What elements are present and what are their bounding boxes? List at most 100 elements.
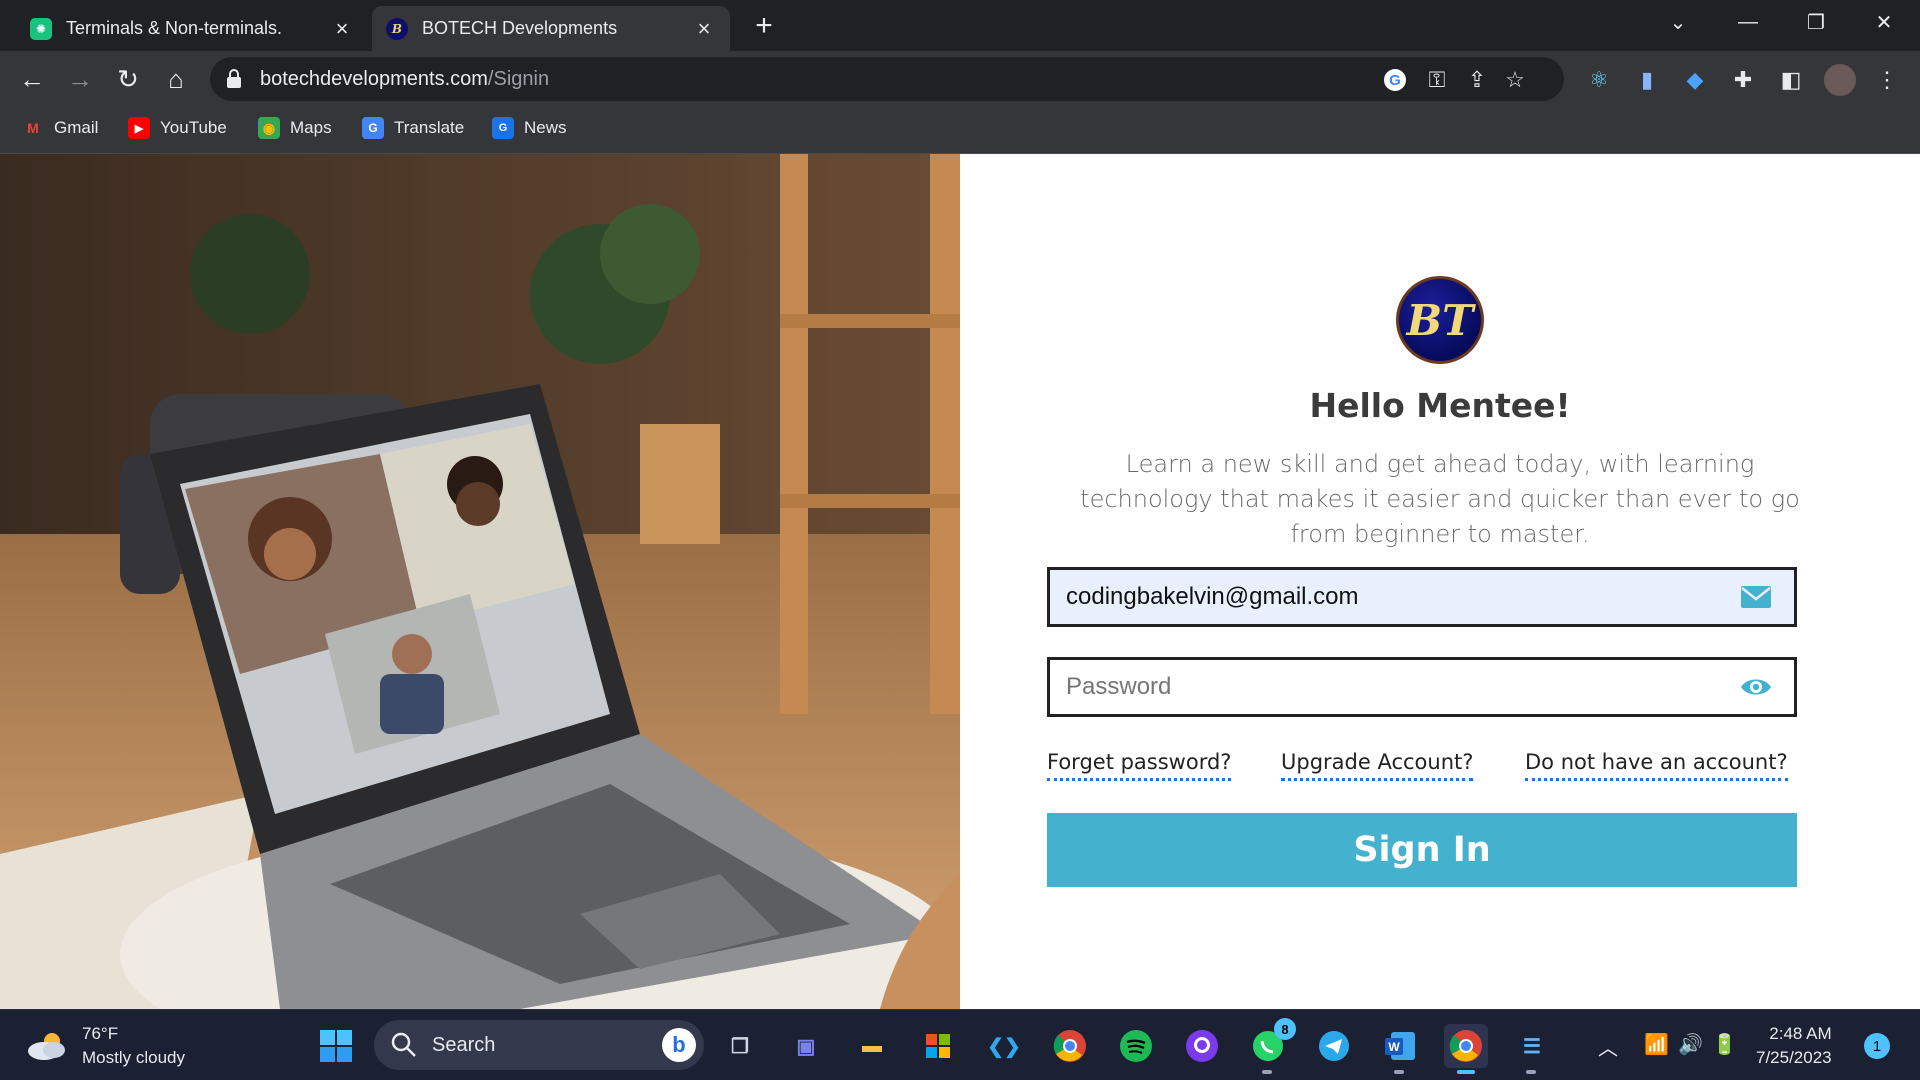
react-devtools-icon[interactable]: ⚛ [1584, 65, 1614, 95]
window-close-button[interactable]: ✕ [1860, 0, 1908, 44]
share-icon[interactable]: ⇪ [1462, 65, 1492, 95]
minimize-button[interactable]: — [1724, 0, 1772, 44]
file-explorer-icon[interactable]: ▬ [850, 1024, 894, 1068]
page-content: BT Hello Mentee! Learn a new skill and g… [0, 154, 1920, 1009]
notepad-icon[interactable]: ☰ [1510, 1024, 1554, 1074]
taskbar-search[interactable]: Search b [374, 1020, 704, 1070]
forward-button[interactable]: → [60, 59, 100, 99]
login-panel: BT Hello Mentee! Learn a new skill and g… [960, 154, 1920, 1009]
extension-icon[interactable]: ◆ [1680, 65, 1710, 95]
forgot-password-link[interactable]: Forget password? [1047, 750, 1232, 781]
email-field [1047, 567, 1797, 627]
sign-in-button[interactable]: Sign In [1047, 813, 1797, 887]
lock-icon [227, 69, 241, 88]
chrome-active-icon[interactable] [1444, 1024, 1488, 1074]
battery-icon[interactable]: 🔋 [1712, 1032, 1737, 1057]
password-input[interactable] [1050, 660, 1794, 714]
laptop-video-call-illustration [0, 154, 960, 1009]
running-indicator [1262, 1070, 1272, 1074]
tab-botech[interactable]: B BOTECH Developments × [372, 6, 730, 51]
browser-toolbar: ← → ↻ ⌂ botechdevelopments.com/Signin G … [0, 51, 1920, 107]
tray-overflow-icon[interactable]: ︿ [1598, 1032, 1618, 1061]
close-icon[interactable]: × [330, 16, 354, 41]
restore-button[interactable]: ❐ [1792, 0, 1840, 44]
svg-text:G: G [1389, 72, 1401, 89]
logo-text: BT [1406, 295, 1474, 345]
bing-icon: b [662, 1028, 696, 1062]
bookmark-news[interactable]: G News [492, 117, 567, 139]
tab-title: BOTECH Developments [422, 18, 618, 38]
weather-widget[interactable]: 76°F Mostly cloudy [26, 1022, 185, 1070]
profile-avatar[interactable] [1824, 64, 1856, 96]
teams-chat-icon[interactable]: ▣ [784, 1024, 828, 1068]
botech-favicon-icon: B [386, 17, 408, 40]
word-icon[interactable]: W [1378, 1024, 1422, 1074]
weather-temp: 76°F [82, 1024, 119, 1043]
bookmark-translate[interactable]: G Translate [362, 117, 464, 139]
clock-time: 2:48 AM [1769, 1024, 1832, 1043]
whatsapp-badge: 8 [1274, 1018, 1296, 1040]
bookmark-star-icon[interactable]: ☆ [1500, 65, 1530, 95]
microsoft-store-icon[interactable] [916, 1024, 960, 1068]
reload-button[interactable]: ↻ [108, 59, 148, 99]
system-clock[interactable]: 2:48 AM 7/25/2023 [1756, 1022, 1832, 1070]
bookmark-gmail[interactable]: M Gmail [22, 117, 98, 139]
side-panel-icon[interactable]: ◧ [1776, 65, 1806, 95]
key-icon[interactable]: ⚿ [1422, 65, 1452, 95]
page-title: Hello Mentee! [1309, 386, 1571, 425]
github-icon[interactable] [1180, 1024, 1224, 1068]
windows-start-icon[interactable] [314, 1024, 358, 1068]
bookmark-label: Gmail [54, 118, 99, 137]
docs-extension-icon[interactable]: ▮ [1632, 65, 1662, 95]
running-indicator [1394, 1070, 1404, 1074]
tab-search-icon[interactable]: ⌄ [1654, 0, 1702, 44]
bookmark-label: News [524, 118, 567, 137]
news-icon: G [492, 117, 514, 139]
signup-link[interactable]: Do not have an account? [1525, 750, 1788, 781]
extensions-puzzle-icon[interactable]: ✚ [1728, 65, 1758, 95]
running-indicator [1526, 1070, 1536, 1074]
volume-icon[interactable]: 🔊 [1678, 1032, 1703, 1057]
taskbar: 76°F Mostly cloudy Search b ❐ ▣ ▬ ❮❯ 8 W [0, 1009, 1920, 1080]
google-icon[interactable]: G [1380, 65, 1410, 95]
task-view-icon[interactable]: ❐ [718, 1024, 762, 1068]
weather-desc: Mostly cloudy [82, 1048, 185, 1067]
chatgpt-icon: ✺ [30, 17, 52, 40]
account-links: Forget password? Upgrade Account? Do not… [1047, 750, 1797, 786]
new-tab-button[interactable]: + [748, 9, 780, 42]
email-input[interactable] [1050, 570, 1794, 624]
bookmark-label: Translate [394, 118, 465, 137]
running-indicator [1457, 1070, 1475, 1074]
url-text: botechdevelopments.com/Signin [260, 68, 549, 91]
translate-icon: G [362, 117, 384, 139]
address-bar[interactable]: botechdevelopments.com/Signin G ⚿ ⇪ ☆ [210, 57, 1564, 101]
home-button[interactable]: ⌂ [156, 59, 196, 99]
bookmark-youtube[interactable]: ▶ YouTube [128, 117, 227, 139]
vscode-icon[interactable]: ❮❯ [982, 1024, 1026, 1068]
intro-text: Learn a new skill and get ahead today, w… [1080, 450, 1800, 548]
chrome-icon[interactable] [1048, 1024, 1092, 1068]
spotify-icon[interactable] [1114, 1024, 1158, 1068]
bookmark-maps[interactable]: ◉ Maps [258, 117, 332, 139]
whatsapp-icon[interactable]: 8 [1246, 1018, 1296, 1074]
back-button[interactable]: ← [12, 59, 52, 99]
botech-logo: BT [1396, 276, 1484, 364]
cloudy-weather-icon [28, 1033, 65, 1060]
bookmark-label: Maps [290, 118, 332, 137]
tab-strip: ✺ Terminals & Non-terminals. × B BOTECH … [0, 0, 1920, 51]
upgrade-account-link[interactable]: Upgrade Account? [1281, 750, 1474, 781]
hero-image [0, 154, 960, 1009]
url-path: /Signin [487, 68, 550, 90]
svg-text:W: W [1388, 1040, 1400, 1054]
notification-badge[interactable]: 1 [1864, 1033, 1890, 1059]
wifi-icon[interactable]: 📶 [1644, 1032, 1669, 1057]
youtube-icon: ▶ [128, 117, 150, 139]
telegram-icon[interactable] [1312, 1024, 1356, 1068]
envelope-icon [1741, 586, 1771, 608]
url-domain: botechdevelopments.com [260, 68, 488, 90]
close-icon[interactable]: × [692, 16, 716, 41]
eye-icon[interactable] [1740, 674, 1772, 700]
gmail-icon: M [27, 120, 39, 136]
tab-terminals[interactable]: ✺ Terminals & Non-terminals. × [16, 6, 368, 51]
menu-kebab-icon[interactable]: ⋮ [1872, 65, 1902, 95]
